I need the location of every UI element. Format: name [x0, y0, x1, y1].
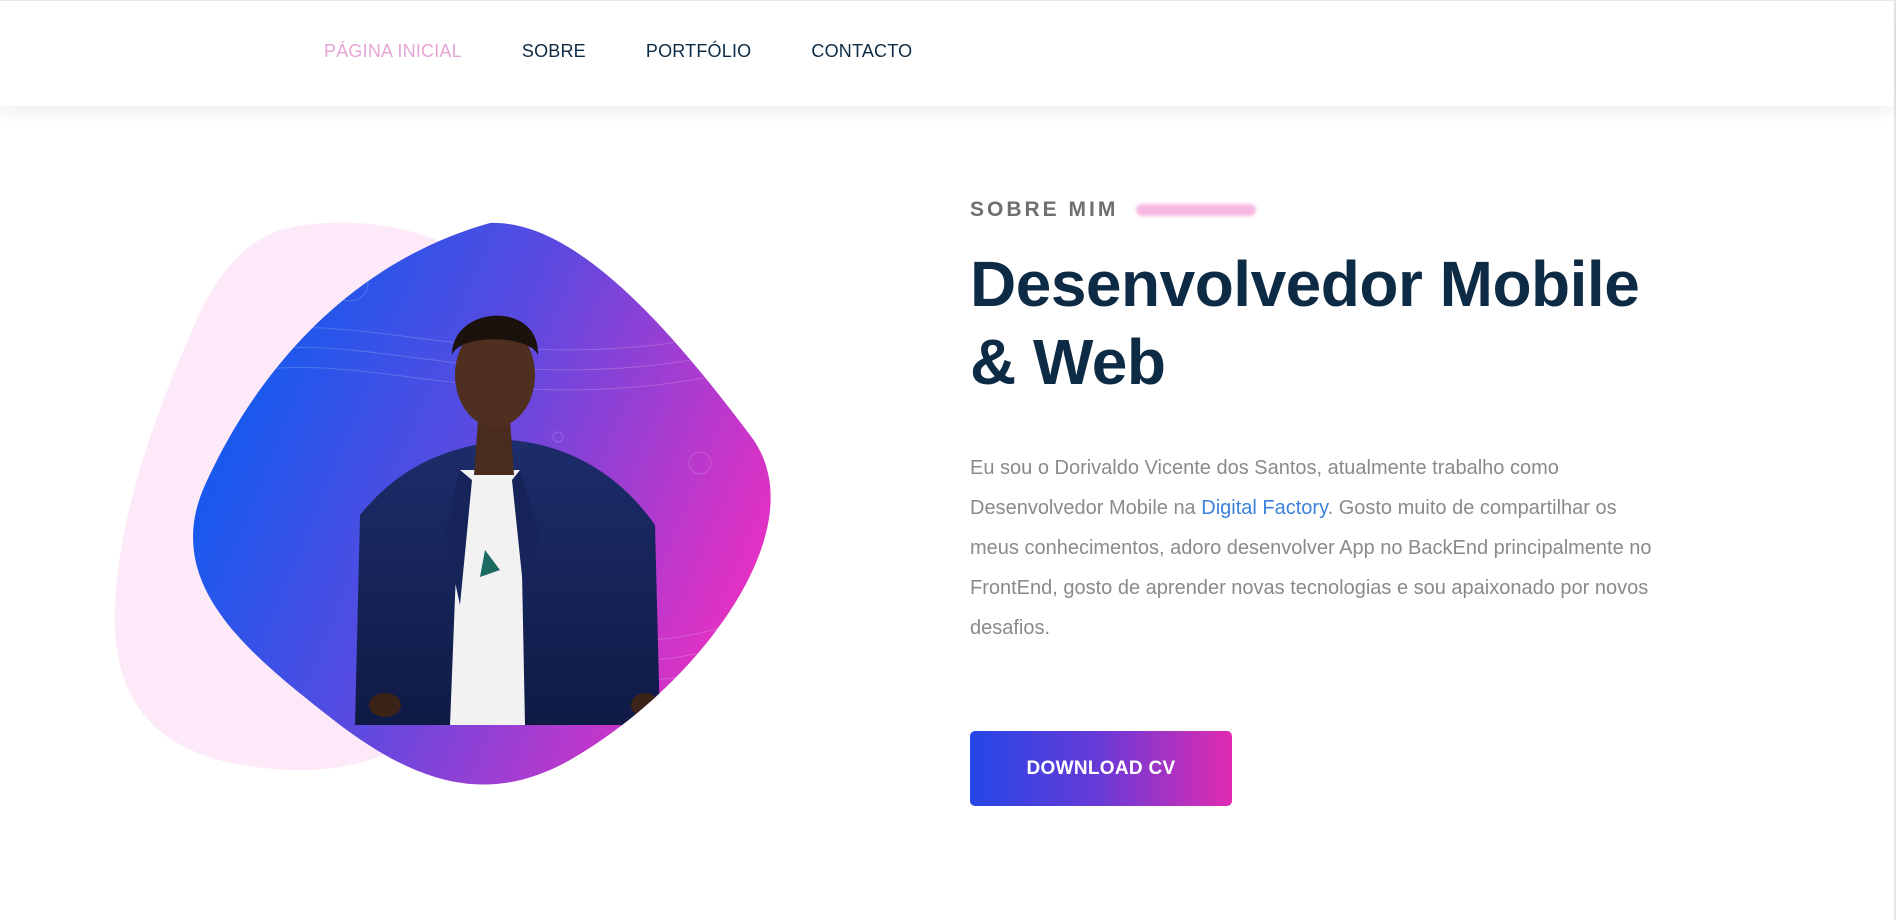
nav-item-about: SOBRE: [522, 41, 646, 62]
title-line-2: & Web: [970, 326, 1166, 398]
bio-paragraph: Eu sou o Dorivaldo Vicente dos Santos, a…: [970, 448, 1660, 648]
top-navbar: PÁGINA INICIAL SOBRE PORTFÓLIO CONTACTO: [0, 0, 1894, 106]
page-title: Desenvolvedor Mobile & Web: [970, 245, 1690, 401]
nav-item-contact: CONTACTO: [811, 41, 972, 62]
hero-visual: [100, 205, 800, 785]
nav-item-home: PÁGINA INICIAL: [324, 41, 522, 62]
title-line-1: Desenvolvedor Mobile: [970, 248, 1640, 320]
nav-menu: PÁGINA INICIAL SOBRE PORTFÓLIO CONTACTO: [324, 41, 972, 62]
profile-photo: [114, 222, 771, 785]
eyebrow-label: SOBRE MIM: [970, 198, 1119, 221]
nav-link-portfolio[interactable]: PORTFÓLIO: [646, 41, 752, 62]
nav-item-portfolio: PORTFÓLIO: [646, 41, 812, 62]
eyebrow-decoration: [1136, 204, 1257, 216]
nav-link-about[interactable]: SOBRE: [522, 41, 586, 62]
download-cv-button[interactable]: DOWNLOAD CV: [970, 731, 1232, 806]
company-link[interactable]: Digital Factory: [1201, 497, 1327, 519]
nav-link-contact[interactable]: CONTACTO: [811, 41, 912, 62]
nav-link-home[interactable]: PÁGINA INICIAL: [324, 41, 462, 62]
section-eyebrow: SOBRE MIM: [970, 198, 1257, 222]
